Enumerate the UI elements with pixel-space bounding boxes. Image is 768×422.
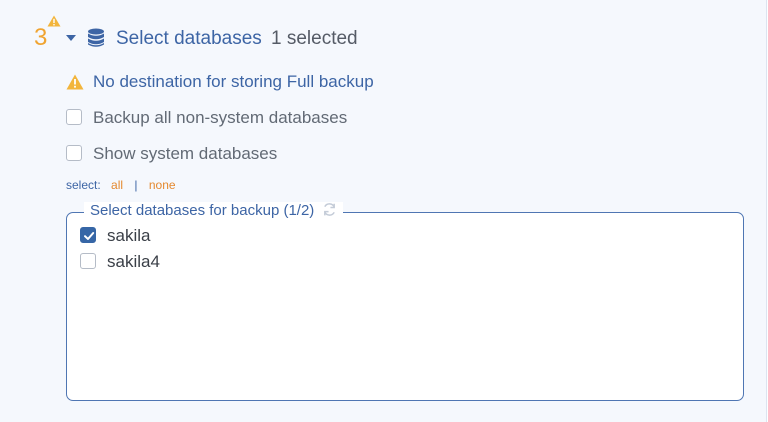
select-links: select: all | none: [66, 177, 176, 193]
warning-triangle-icon: [47, 15, 61, 27]
select-databases-panel: 3 Select databases 1 selected No destina…: [0, 0, 767, 422]
database-list-legend: Select databases for backup (1/2): [84, 202, 344, 220]
backup-all-checkbox[interactable]: [66, 109, 82, 125]
database-icon: [88, 28, 104, 47]
selected-count: 1 selected: [271, 28, 358, 49]
database-checkbox-sakila[interactable]: [80, 227, 96, 243]
database-list-legend-text: Select databases for backup (1/2): [90, 202, 315, 219]
database-checkbox-sakila4[interactable]: [80, 253, 96, 269]
select-none-link[interactable]: none: [149, 178, 176, 192]
select-all-link[interactable]: all: [111, 178, 123, 192]
refresh-icon[interactable]: [322, 202, 337, 217]
checkmark-icon: [84, 232, 95, 240]
database-label-sakila4[interactable]: sakila4: [107, 251, 160, 273]
step-number: 3: [34, 24, 48, 51]
select-separator: |: [134, 178, 138, 192]
backup-all-label[interactable]: Backup all non-system databases: [93, 107, 347, 129]
section-title[interactable]: Select databases: [116, 27, 262, 51]
select-prefix: select:: [66, 178, 101, 192]
caret-down-icon[interactable]: [66, 35, 76, 41]
show-system-label[interactable]: Show system databases: [93, 143, 277, 165]
show-system-checkbox[interactable]: [66, 145, 82, 161]
warning-message: No destination for storing Full backup: [93, 72, 374, 91]
warning-triangle-icon: [66, 74, 84, 90]
database-list-box: [66, 212, 744, 401]
database-label-sakila[interactable]: sakila: [107, 225, 150, 247]
